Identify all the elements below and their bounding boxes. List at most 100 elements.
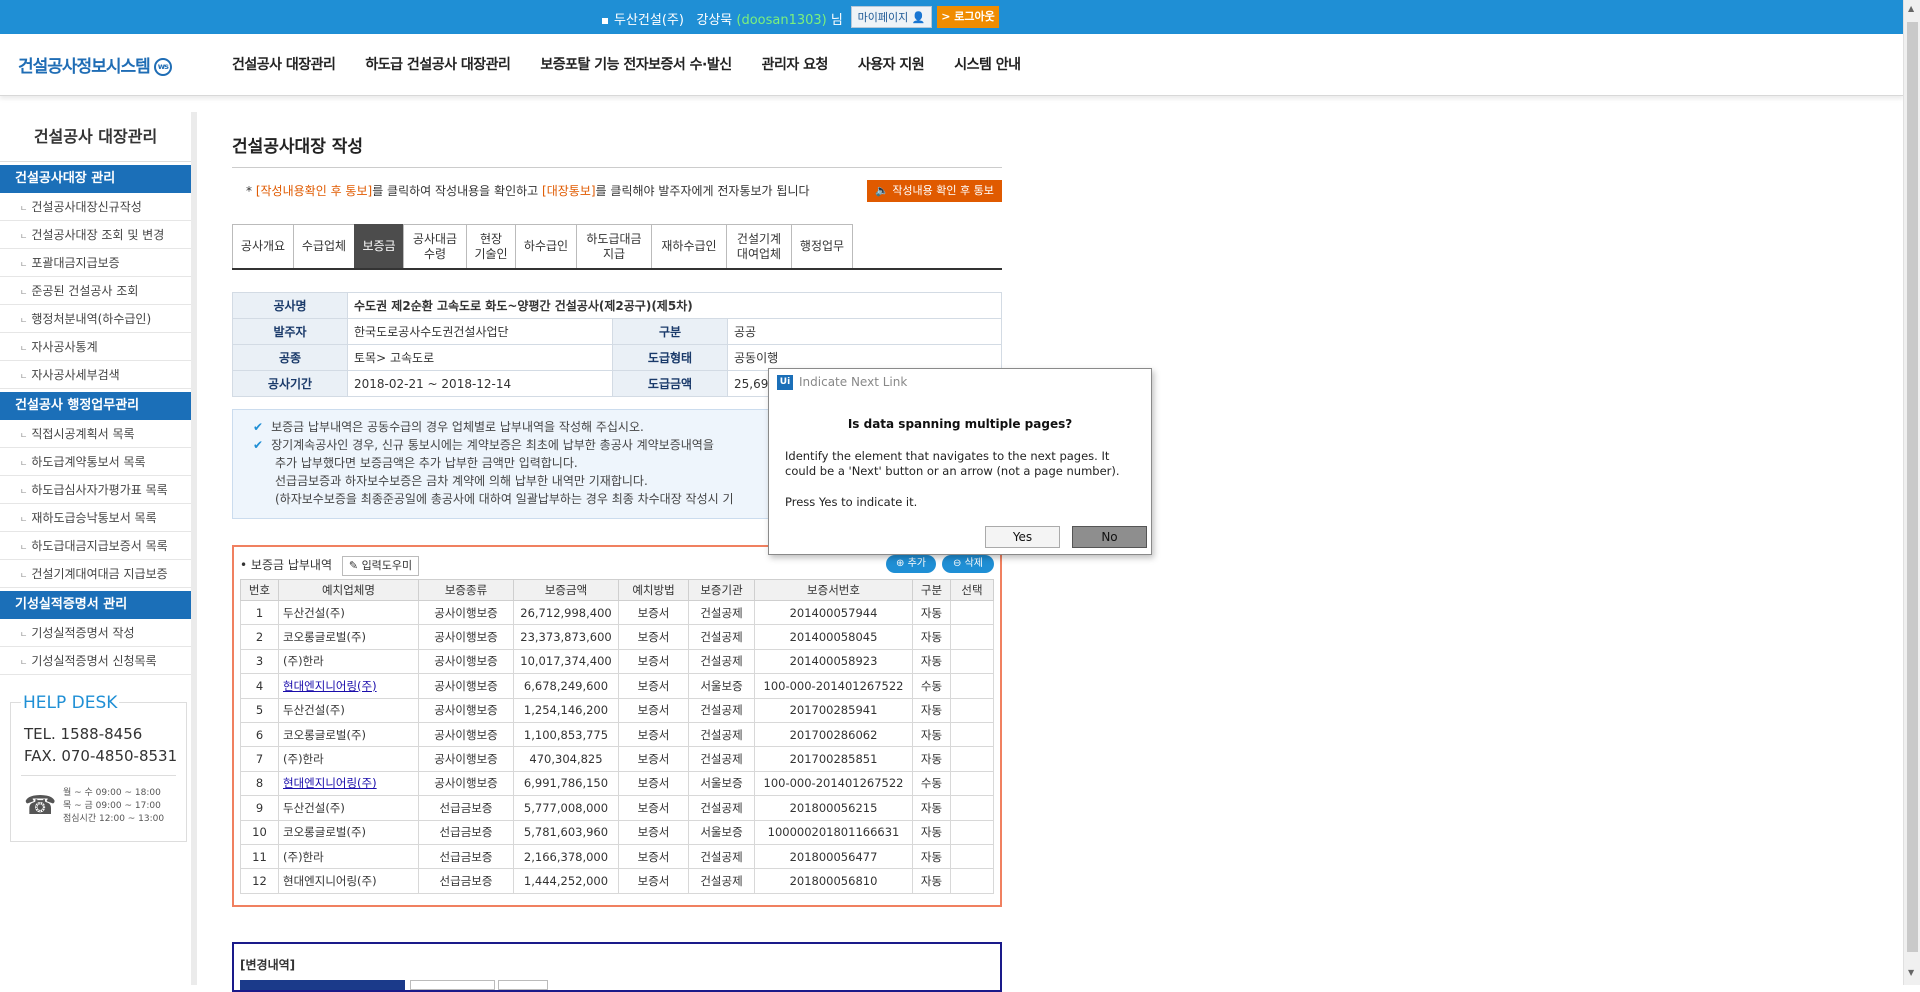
tab-subcontractor[interactable]: 하수급인 <box>515 224 577 268</box>
tab-subcontract-payment[interactable]: 하도급대금 지급 <box>576 224 652 268</box>
bond-table: 번호 예치업체명 보증종류 보증금액 예치방법 보증기관 보증서번호 구분 선택… <box>240 579 994 894</box>
sidebar-item-blanket-guarantee[interactable]: 포괄대금지급보증 <box>0 249 191 277</box>
table-header-row: 번호 예치업체명 보증종류 보증금액 예치방법 보증기관 보증서번호 구분 선택 <box>240 579 994 601</box>
table-cell: 선급금보증 <box>418 819 514 845</box>
nav-item-user-support[interactable]: 사용자 지원 <box>858 54 925 74</box>
table-cell: 두산건설(주) <box>278 697 419 723</box>
table-row[interactable]: 12 현대엔지니어링(주) 선급금보증 1,444,252,000 보증서 건설공제 201… <box>240 868 994 894</box>
table-cell[interactable] <box>950 843 994 870</box>
info-label: 공사명 <box>232 292 348 319</box>
sidebar-section-certificate[interactable]: 기성실적증명서 관리 <box>0 591 191 619</box>
indicate-next-link-dialog: Ui Indicate Next Link Is data spanning m… <box>768 368 1152 555</box>
sidebar-item-payment-guarantee[interactable]: 하도급대금지급보증서 목록 <box>0 532 191 560</box>
table-cell[interactable] <box>950 795 994 821</box>
table-cell[interactable] <box>950 868 994 894</box>
change-tab[interactable] <box>410 980 495 990</box>
mypage-button[interactable]: 마이페이지 👤 <box>851 6 932 28</box>
table-cell: 201400058045 <box>754 624 913 650</box>
table-row[interactable]: 7 (주)한라 공사이행보증 470,304,825 보증서 건설공제 2017002858… <box>240 746 994 772</box>
sidebar-item-direct-plan[interactable]: 직접시공계획서 목록 <box>0 420 191 448</box>
input-helper-button[interactable]: ✎ 입력도우미 <box>341 556 420 576</box>
user-id: (doosan1303) <box>736 13 827 28</box>
table-cell: 보증서 <box>618 868 689 894</box>
sidebar-item-self-eval[interactable]: 하도급심사자가평가표 목록 <box>0 476 191 504</box>
info-label: 공종 <box>232 344 348 371</box>
sidebar-item-detail-search[interactable]: 자사공사세부검색 <box>0 361 191 389</box>
tab-deposit[interactable]: 보증금 <box>354 224 404 268</box>
table-cell: 보증서 <box>618 795 689 821</box>
table-row[interactable]: 8 현대엔지니어링(주) 공사이행보증 6,991,786,150 보증서 서울보증 100… <box>240 770 994 797</box>
yes-button[interactable]: Yes <box>985 526 1060 548</box>
user-name: 강상묵 <box>696 13 733 28</box>
table-row[interactable]: 1 두산건설(주) 공사이행보증 26,712,998,400 보증서 건설공제 20140… <box>240 599 994 626</box>
table-row[interactable]: 9 두산건설(주) 선급금보증 5,777,008,000 보증서 건설공제 2018000… <box>240 795 994 821</box>
sidebar-item-subcontract-notice[interactable]: 하도급계약통보서 목록 <box>0 448 191 476</box>
sidebar-item-machine-guarantee[interactable]: 건설기계대여대금 지급보증 <box>0 560 191 588</box>
delete-row-button[interactable]: ⊖ 삭제 <box>942 555 994 573</box>
table-cell[interactable] <box>950 697 994 723</box>
nav-item-system-guide[interactable]: 시스템 안내 <box>954 54 1021 74</box>
tab-resubcontractor[interactable]: 재하수급인 <box>651 224 727 268</box>
table-row[interactable]: 5 두산건설(주) 공사이행보증 1,254,146,200 보증서 건설공제 201700… <box>240 697 994 723</box>
tab-overview[interactable]: 공사개요 <box>232 224 294 268</box>
sidebar-section-admin[interactable]: 건설공사 행정업무관리 <box>0 392 191 420</box>
table-row[interactable]: 11 (주)한라 선급금보증 2,166,378,000 보증서 건설공제 20180005… <box>240 843 994 870</box>
vertical-scrollbar[interactable]: ▲ ▼ <box>1903 0 1920 985</box>
table-row[interactable]: 4 현대엔지니어링(주) 공사이행보증 6,678,249,600 보증서 서울보증 100… <box>240 673 994 699</box>
table-cell[interactable]: 현대엔지니어링(주) <box>278 770 419 797</box>
tab-payment-receipt[interactable]: 공사대금 수령 <box>403 224 467 268</box>
add-row-button[interactable]: ⊕ 추가 <box>886 555 936 573</box>
bond-label: • 보증금 납부내역 <box>240 558 333 572</box>
table-cell: 11 <box>240 843 279 870</box>
no-button[interactable]: No <box>1072 526 1147 548</box>
table-cell[interactable] <box>950 746 994 772</box>
table-cell: 현대엔지니어링(주) <box>278 868 419 894</box>
table-row[interactable]: 10 코오롱글로벌(주) 선급금보증 5,781,603,960 보증서 서울보증 1000… <box>240 819 994 845</box>
sidebar-item-new-ledger[interactable]: 건설공사대장신규작성 <box>0 193 191 221</box>
sidebar-section-ledger[interactable]: 건설공사대장 관리 <box>0 165 191 193</box>
nav-item-admin-request[interactable]: 관리자 요청 <box>762 54 829 74</box>
sidebar-item-cert-list[interactable]: 기성실적증명서 신청목록 <box>0 647 191 675</box>
table-cell: 보증서 <box>618 746 689 772</box>
tab-site-engineer[interactable]: 현장 기술인 <box>466 224 516 268</box>
table-cell[interactable] <box>950 819 994 845</box>
uipath-logo-icon: Ui <box>777 375 793 390</box>
sidebar-item-company-stats[interactable]: 자사공사통계 <box>0 333 191 361</box>
sidebar-item-completed-search[interactable]: 준공된 건설공사 조회 <box>0 277 191 305</box>
table-cell: 자동 <box>912 868 951 894</box>
table-cell[interactable] <box>950 599 994 626</box>
tab-contractor[interactable]: 수급업체 <box>293 224 355 268</box>
helper-label: 입력도우미 <box>361 559 413 572</box>
table-cell[interactable] <box>950 721 994 748</box>
info-label: 도급금액 <box>612 370 728 397</box>
table-cell[interactable]: 현대엔지니어링(주) <box>278 673 419 699</box>
table-cell[interactable] <box>950 673 994 699</box>
nav-item-subcontract-ledger[interactable]: 하도급 건설공사 대장관리 <box>365 54 510 74</box>
scroll-up-icon[interactable]: ▲ <box>1908 4 1914 13</box>
sidebar-item-resubcontract[interactable]: 재하도급승낙통보서 목록 <box>0 504 191 532</box>
table-row[interactable]: 3 (주)한라 공사이행보증 10,017,374,400 보증서 건설공제 2014000… <box>240 648 994 675</box>
tab-machine-rental[interactable]: 건설기계 대여업체 <box>726 224 792 268</box>
plus-icon: ⊕ <box>896 558 905 569</box>
logout-button[interactable]: > 로그아웃 <box>937 6 999 28</box>
notify-after-confirm-button[interactable]: 🔈 작성내용 확인 후 통보 <box>867 180 1002 202</box>
info-label: 도급형태 <box>612 344 728 371</box>
sidebar-item-ledger-search[interactable]: 건설공사대장 조회 및 변경 <box>0 221 191 249</box>
change-tab[interactable] <box>498 980 548 990</box>
sidebar-item-disposition[interactable]: 행정처분내역(하수급인) <box>0 305 191 333</box>
table-cell[interactable] <box>950 770 994 797</box>
table-row[interactable]: 2 코오롱글로벌(주) 공사이행보증 23,373,873,600 보증서 건설공제 201… <box>240 624 994 650</box>
nav-item-guarantee-portal[interactable]: 보증포탈 기능 전자보증서 수·발신 <box>540 54 732 74</box>
change-tab-active[interactable] <box>240 980 405 990</box>
tab-admin-work[interactable]: 행정업무 <box>791 224 853 268</box>
table-row[interactable]: 6 코오롱글로벌(주) 공사이행보증 1,100,853,775 보증서 건설공제 2017… <box>240 721 994 748</box>
table-cell: 건설공제 <box>688 843 755 870</box>
scroll-down-icon[interactable]: ▼ <box>1908 968 1914 977</box>
table-cell[interactable] <box>950 648 994 675</box>
notice-mid: 를 클릭하여 작성내용을 확인하고 <box>372 184 543 198</box>
nav-item-construction-ledger[interactable]: 건설공사 대장관리 <box>232 54 336 74</box>
scrollbar-thumb[interactable] <box>1907 22 1918 952</box>
sidebar-item-cert-write[interactable]: 기성실적증명서 작성 <box>0 619 191 647</box>
table-cell[interactable] <box>950 624 994 650</box>
site-logo[interactable]: 건설공사정보시스템 ws <box>18 52 172 77</box>
